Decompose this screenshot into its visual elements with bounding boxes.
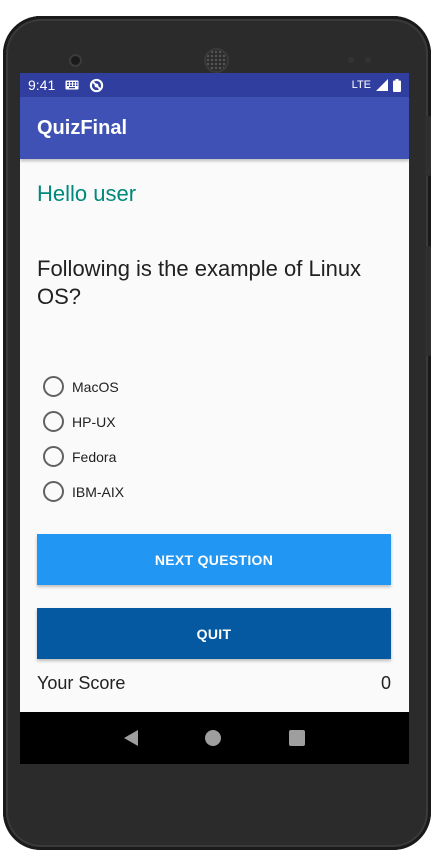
score-label: Your Score: [37, 673, 126, 693]
volume-button: [425, 246, 431, 356]
quiz-content: Hello user Following is the example of L…: [20, 159, 409, 712]
recents-icon[interactable]: [289, 730, 306, 746]
network-type: LTE: [351, 79, 371, 91]
app-bar: QuizFinal: [20, 97, 409, 159]
screen: 9:41 LTE QuizFinal Hello user Following …: [20, 73, 409, 764]
earpiece-speaker: [206, 50, 227, 71]
question-text: Following is the example of Linux OS?: [37, 256, 362, 309]
home-icon[interactable]: [205, 730, 222, 746]
front-camera: [71, 56, 80, 65]
signal-icon: [376, 79, 388, 91]
radio-button[interactable]: [43, 446, 64, 467]
radio-button[interactable]: [43, 376, 64, 397]
app-title: QuizFinal: [37, 116, 127, 139]
proximity-sensor: [348, 57, 354, 63]
option-macos[interactable]: MacOS: [43, 369, 124, 404]
score-value: 0: [380, 673, 391, 693]
power-button: [425, 116, 431, 176]
option-hp-ux[interactable]: HP-UX: [43, 404, 124, 439]
light-sensor: [365, 57, 371, 63]
option-label: HP-UX: [72, 413, 116, 430]
status-bar: 9:41 LTE: [20, 73, 409, 97]
score-row: Your Score 0: [37, 673, 391, 694]
option-label: Fedora: [72, 448, 117, 465]
back-icon[interactable]: [123, 730, 138, 746]
keyboard-icon: [65, 80, 79, 90]
status-time: 9:41: [28, 77, 56, 93]
radio-button[interactable]: [43, 481, 64, 502]
greeting-text: Hello user: [37, 181, 137, 206]
navigation-bar: [20, 712, 409, 764]
option-fedora[interactable]: Fedora: [43, 439, 124, 474]
battery-icon: [393, 78, 401, 92]
sync-icon: [90, 78, 104, 92]
option-ibm-aix[interactable]: IBM-AIX: [43, 474, 124, 509]
option-label: MacOS: [72, 378, 119, 395]
quit-button[interactable]: QUIT: [37, 608, 391, 659]
option-label: IBM-AIX: [72, 483, 125, 500]
answer-options: MacOS HP-UX Fedora IBM-AIX: [43, 369, 124, 509]
radio-button[interactable]: [43, 411, 64, 432]
next-question-button[interactable]: NEXT QUESTION: [37, 534, 391, 585]
